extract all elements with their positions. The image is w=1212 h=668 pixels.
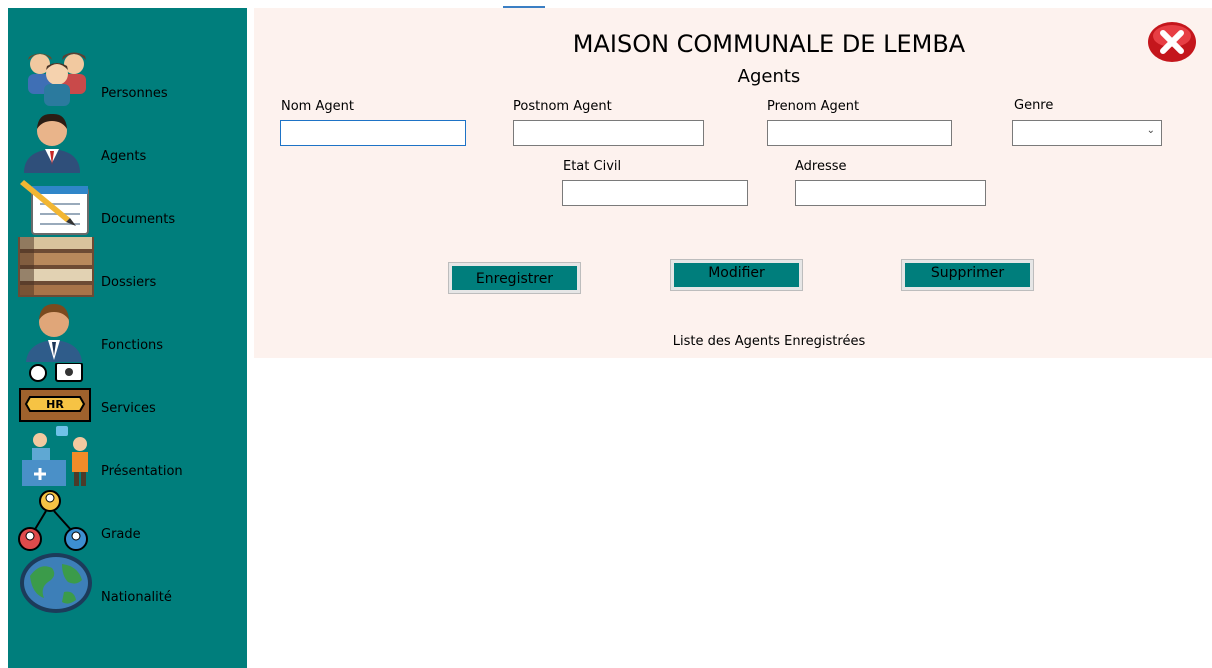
sidebar-item-label: Fonctions [101, 338, 164, 353]
sidebar-item-grade[interactable]: Grade [8, 489, 247, 552]
genre-select[interactable]: ⌄ [1012, 120, 1162, 146]
sidebar-item-label: Dossiers [101, 275, 157, 290]
edit-button[interactable]: Modifier [670, 259, 803, 291]
adresse-input[interactable] [795, 180, 986, 206]
sidebar-item-label: Présentation [101, 464, 183, 479]
postnom-agent-input[interactable] [513, 120, 704, 146]
reception-desk-icon [22, 426, 88, 486]
delete-button-label: Supprimer [905, 263, 1030, 287]
delete-button[interactable]: Supprimer [901, 259, 1034, 291]
edit-button-label: Modifier [674, 263, 799, 287]
sidebar-item-label: Personnes [101, 86, 168, 101]
agent-person-icon [24, 113, 80, 173]
svg-text:HR: HR [46, 398, 64, 411]
agents-list-title: Liste des Agents Enregistrées [672, 334, 866, 349]
sidebar-item-label: Services [101, 401, 156, 416]
nom-agent-label: Nom Agent [281, 99, 354, 114]
postnom-agent-label: Postnom Agent [513, 99, 612, 114]
bookshelf-icon [18, 237, 94, 297]
save-button[interactable]: Enregistrer [448, 262, 581, 294]
sidebar-item-label: Nationalité [101, 590, 172, 605]
save-button-label: Enregistrer [452, 266, 577, 290]
sidebar-item-presentation[interactable]: Présentation [8, 426, 247, 489]
form-panel: MAISON COMMUNALE DE LEMBA Agents Nom Age… [254, 8, 1212, 358]
sidebar-item-dossiers[interactable]: Dossiers [8, 237, 247, 300]
sidebar-item-agents[interactable]: Agents [8, 111, 247, 174]
nom-agent-input[interactable] [280, 120, 466, 146]
employee-tie-icon [26, 304, 82, 362]
sidebar-item-fonctions[interactable]: Fonctions [8, 300, 247, 363]
etat-civil-input[interactable] [562, 180, 748, 206]
etat-civil-label: Etat Civil [563, 159, 622, 174]
adresse-label: Adresse [795, 159, 847, 174]
page-title: MAISON COMMUNALE DE LEMBA [572, 30, 966, 58]
notepad-pencil-icon [20, 180, 89, 235]
page-subtitle: Agents [737, 66, 801, 87]
sidebar-item-nationalite[interactable]: Nationalité [8, 552, 247, 615]
sidebar-item-label: Agents [101, 149, 147, 164]
sidebar-item-label: Documents [101, 212, 176, 227]
top-strip [0, 0, 1212, 8]
prenom-agent-input[interactable] [767, 120, 952, 146]
chevron-down-icon: ⌄ [1146, 125, 1155, 136]
sidebar: Personnes Agents Documents Dossiers Fonc… [8, 8, 247, 668]
genre-label: Genre [1014, 98, 1054, 113]
close-icon[interactable] [1147, 21, 1197, 63]
sidebar-item-services[interactable]: HR Services [8, 363, 247, 426]
people-group-icon [28, 52, 86, 106]
sidebar-item-personnes[interactable]: Personnes [8, 48, 247, 111]
prenom-agent-label: Prenom Agent [767, 99, 860, 114]
sidebar-item-documents[interactable]: Documents [8, 174, 247, 237]
hierarchy-users-icon [18, 490, 88, 551]
hr-desk-icon: HR [19, 363, 91, 422]
sidebar-item-label: Grade [101, 527, 141, 542]
globe-icon [20, 553, 92, 613]
